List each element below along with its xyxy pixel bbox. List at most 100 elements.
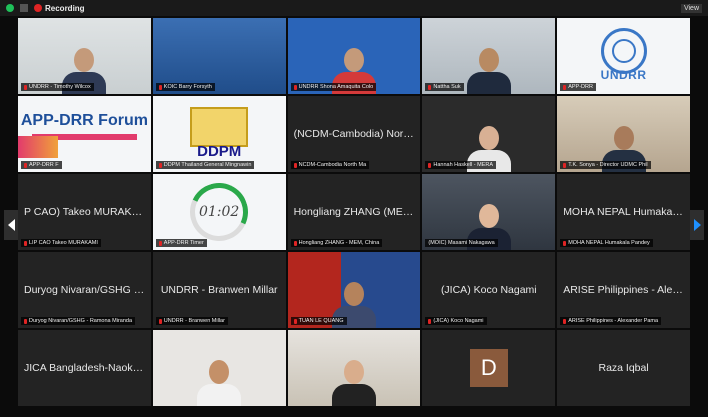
participant-name: DDPM Thailand General Mingnawin (163, 162, 252, 168)
participant-name-tag: MOHA NEPAL Humakala Pandey (560, 239, 653, 247)
view-button[interactable]: View (680, 3, 702, 13)
mic-muted-icon (293, 318, 297, 324)
participant-name: Hongliang ZHANG - MEM, China (298, 240, 380, 246)
meeting-info-icon[interactable] (20, 4, 28, 12)
participant-figure (328, 354, 380, 406)
participant-tile[interactable]: Raza Iqbal (557, 330, 690, 406)
participant-tile[interactable]: P CAO) Takeo MURAKAMI LIP CAO Takeo MURA… (18, 174, 151, 250)
active-speaker-tile[interactable]: (MOIC) Masami Nakagawa (422, 174, 556, 250)
gallery-grid: UNDRR - Timothy Wilcox KOIC Barry Forsyt… (18, 18, 690, 417)
mic-muted-icon (24, 84, 27, 90)
participant-tile[interactable] (152, 330, 286, 406)
participant-name-tag: APP-DRR F (21, 161, 62, 169)
participant-tile[interactable]: MOHA NEPAL Humakala P MOHA NEPAL Humakal… (557, 174, 690, 250)
participant-tile[interactable]: D (422, 330, 556, 406)
participant-tile[interactable]: UNDRR - Timothy Wilcox (18, 18, 151, 94)
participant-name: UNDRR - Branwen Millar (163, 318, 225, 324)
participant-name-tag: Hannah Haskell - MERA (425, 161, 496, 169)
participant-tile[interactable]: (JICA) Koco Nagami (JICA) Koco Nagami (422, 252, 556, 328)
mic-muted-icon (158, 84, 162, 90)
participant-avatar: D (469, 349, 508, 387)
participant-name: ARISE Philippines - Alexander Pama (568, 318, 659, 324)
participant-tile[interactable]: UNDRR Shona Amaquita Colo (287, 18, 421, 94)
participant-display-name: JICA Bangladesh-Naoki M... (24, 362, 151, 374)
participant-display-name: MOHA NEPAL Humakala P (563, 206, 690, 218)
mic-muted-icon (563, 84, 567, 90)
participant-name-tag: Duryog Nivaran/GSHG - Ramona Miranda (21, 317, 136, 325)
participant-figure (193, 354, 245, 406)
meeting-topbar: Recording View (0, 0, 708, 16)
participant-figure (463, 42, 515, 94)
participant-display-name: Duryog Nivaran/GSHG - Ra... (24, 284, 151, 296)
participant-name-tag: APP-DRR Timer (155, 239, 207, 247)
participant-tile[interactable]: Duryog Nivaran/GSHG - Ra... Duryog Nivar… (18, 252, 151, 328)
participant-name-tag: KOIC Barry Forsyth (155, 83, 215, 91)
participant-name: Duryog Nivaran/GSHG - Ramona Miranda (29, 318, 133, 324)
next-page-arrow[interactable] (690, 210, 704, 240)
mic-muted-icon (293, 240, 297, 246)
mic-muted-icon (563, 162, 567, 168)
participant-display-name: P CAO) Takeo MURAKAMI (24, 206, 151, 218)
participant-tile[interactable]: (NCDM-Cambodia) North... NCDM-Cambodia N… (287, 96, 421, 172)
participant-name-tag: (MOIC) Masami Nakagawa (425, 239, 498, 247)
participant-tile[interactable]: KOIC Barry Forsyth (152, 18, 286, 94)
participant-tile[interactable]: T.K. Sonya - Director UDMC Phil (557, 96, 690, 172)
participant-tile[interactable] (287, 330, 421, 406)
participant-name-tag: DDPM Thailand General Mingnawin (155, 161, 255, 169)
forum-logo-text: APP-DRR Forum (20, 112, 148, 129)
participant-tile[interactable]: Hannah Haskell - MERA (422, 96, 556, 172)
participant-tile[interactable]: 01:02 APP-DRR Timer (152, 174, 286, 250)
mic-muted-icon (293, 162, 297, 168)
participant-tile[interactable]: DDPM DDPM Thailand General Mingnawin (152, 96, 286, 172)
participant-name: Hannah Haskell - MERA (433, 162, 493, 168)
mic-muted-icon (24, 162, 27, 168)
mic-muted-icon (158, 162, 162, 168)
forum-banner-band (18, 136, 58, 158)
participant-tile[interactable]: ARISE Philippines - Alexan... ARISE Phil… (557, 252, 690, 328)
participant-display-name: ARISE Philippines - Alexan... (563, 284, 690, 296)
timer-value: 01:02 (199, 204, 240, 221)
mic-muted-icon (563, 240, 567, 246)
mic-muted-icon (428, 318, 432, 324)
participant-name: APP-DRR Timer (163, 240, 204, 246)
participant-tile[interactable]: JICA Bangladesh-Naoki M... (18, 330, 151, 406)
ddpm-emblem-logo (190, 107, 249, 147)
recording-icon (34, 4, 42, 12)
chevron-left-icon (7, 219, 15, 231)
participant-name: NCDM-Cambodia North Ma (298, 162, 367, 168)
participant-name: T.K. Sonya - Director UDMC Phil (568, 162, 648, 168)
participant-name: APP-DRR (568, 84, 593, 90)
participant-name: (MOIC) Masami Nakagawa (428, 240, 495, 246)
participant-video (287, 330, 421, 406)
mic-muted-icon (24, 318, 27, 324)
participant-name: (JICA) Koco Nagami (433, 318, 484, 324)
participant-tile[interactable]: UNDRR - Branwen Millar UNDRR - Branwen M… (152, 252, 286, 328)
mic-muted-icon (428, 162, 432, 168)
participant-tile[interactable]: Nattha Suk (422, 18, 556, 94)
participant-name-tag: TUAN LE QUANG (290, 317, 347, 325)
participant-name-tag: Hongliang ZHANG - MEM, China (290, 239, 383, 247)
participant-display-name: Hongliang ZHANG (MEM... (293, 206, 421, 218)
security-shield-icon[interactable] (6, 4, 14, 12)
participant-name-tag: Nattha Suk (425, 83, 464, 91)
participant-tile[interactable]: APP-DRR Forum APP-DRR F (18, 96, 151, 172)
participant-display-name: Raza Iqbal (598, 362, 649, 374)
participant-tile[interactable]: Hongliang ZHANG (MEM... Hongliang ZHANG … (287, 174, 421, 250)
participant-display-name: (NCDM-Cambodia) North... (293, 128, 421, 140)
participant-name: MOHA NEPAL Humakala Pandey (568, 240, 650, 246)
participant-display-name: UNDRR - Branwen Millar (160, 284, 278, 296)
mic-muted-icon (563, 318, 567, 324)
participant-name: UNDRR Shona Amaquita Colo (298, 84, 374, 90)
previous-page-arrow[interactable] (4, 210, 18, 240)
participant-name-tag: (JICA) Koco Nagami (425, 317, 487, 325)
participant-display-name: (JICA) Koco Nagami (440, 284, 537, 296)
participant-name-tag: NCDM-Cambodia North Ma (290, 161, 370, 169)
participant-video (152, 330, 286, 406)
participant-name-tag: T.K. Sonya - Director UDMC Phil (560, 161, 651, 169)
participant-name-tag: APP-DRR (560, 83, 596, 91)
participant-name: KOIC Barry Forsyth (163, 84, 212, 90)
mic-muted-icon (24, 240, 27, 246)
mic-muted-icon (428, 84, 432, 90)
participant-tile[interactable]: TUAN LE QUANG (287, 252, 421, 328)
participant-tile[interactable]: UNDRR APP-DRR (557, 18, 690, 94)
